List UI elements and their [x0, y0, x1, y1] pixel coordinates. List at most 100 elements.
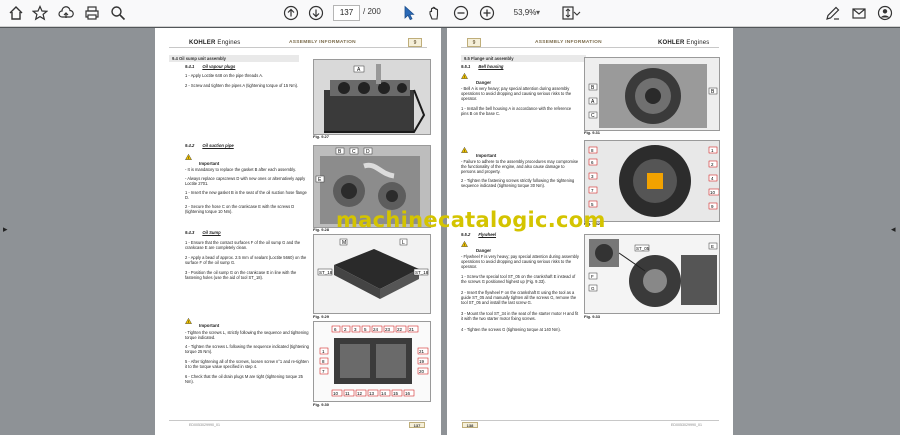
brand-logo: KOHLER Engines	[189, 40, 241, 46]
note-text: - Bell A is very heavy; pay special atte…	[461, 86, 572, 101]
minus-circle-icon[interactable]	[452, 4, 470, 22]
page-footer: ED0053029990_01 137	[169, 420, 427, 428]
note-text: - Failure to adhere to the assembly proc…	[461, 159, 579, 174]
subsection-title: 9.5.2 Flywheel	[461, 232, 497, 237]
chapter-badge: 9	[467, 38, 481, 47]
step-text: 5 - After tightening all of the screws, …	[185, 359, 309, 369]
mail-icon[interactable]	[850, 4, 868, 22]
page-number: 138	[462, 422, 478, 428]
svg-text:D: D	[366, 149, 370, 155]
svg-text:24: 24	[373, 327, 379, 332]
subsection-title: 9.4.2 Oil suction pipe	[185, 143, 234, 148]
toolbar: 137 / 200 53,9% ▾	[0, 0, 900, 27]
svg-text:22: 22	[397, 327, 403, 332]
svg-text:L: L	[402, 240, 405, 246]
note-text: - Flywheel F is very heavy; pay special …	[461, 254, 579, 269]
footer-code: ED0053029990_01	[189, 423, 220, 427]
note-text: - Tighten the screws L, strictly followi…	[185, 330, 309, 340]
svg-text:15: 15	[393, 391, 399, 396]
svg-text:E: E	[711, 244, 714, 249]
page-down-icon[interactable]	[307, 4, 325, 22]
svg-text:19: 19	[419, 359, 425, 364]
step-text: 3 - Mount the tool ST_34 in the seat of …	[461, 311, 579, 321]
account-icon[interactable]	[876, 4, 894, 22]
svg-text:11: 11	[345, 391, 350, 396]
svg-text:!: !	[464, 149, 465, 153]
section-title: ASSEMBLY INFORMATION	[535, 40, 602, 45]
svg-text:C: C	[352, 149, 356, 155]
pen-icon[interactable]	[824, 4, 842, 22]
page-footer: 138 ED0053029990_01	[461, 420, 719, 428]
step-text: 2 - Apply a bead of approx. 2.5 mm of se…	[185, 255, 307, 265]
figure-caption: Fig. 9.28	[313, 227, 330, 232]
figure-image: A	[313, 59, 431, 135]
cursor-icon[interactable]	[400, 4, 418, 22]
section-title: ASSEMBLY INFORMATION	[289, 40, 356, 45]
figure-image: B A C B	[584, 57, 720, 131]
zoom-icon[interactable]	[109, 4, 127, 22]
next-page-arrow-icon[interactable]: ◂	[891, 224, 896, 235]
watermark-text: machinecatalogic.com	[336, 208, 606, 232]
step-text: 2 - Screw and tighten the pipes A (tight…	[185, 83, 299, 88]
footer-code: ED0053029990_01	[671, 423, 702, 427]
figure-caption: Fig. 9.29	[313, 314, 330, 319]
fit-dropdown-icon[interactable]	[573, 4, 581, 22]
cloud-upload-icon[interactable]	[57, 4, 75, 22]
page-number: 137	[409, 422, 425, 428]
step-text: 2 - Insert the flywheel F on the cranksh…	[461, 290, 577, 305]
plus-circle-icon[interactable]	[478, 4, 496, 22]
page-header: KOHLER Engines ASSEMBLY INFORMATION 9	[169, 38, 427, 48]
page-header: 9 ASSEMBLY INFORMATION KOHLER Engines	[461, 38, 719, 48]
step-text: 2 - Tighten the fastening screws strictl…	[461, 178, 575, 188]
document-viewer[interactable]: ▸ ◂ KOHLER Engines ASSEMBLY INFORMATION …	[0, 28, 900, 435]
subsection-title: 9.4.3 Oil Sump	[185, 230, 221, 235]
page-total: / 200	[363, 7, 381, 16]
note-text: - Always replace capscrews D with new on…	[185, 176, 306, 186]
svg-text:12: 12	[357, 391, 363, 396]
figure-image: ST_18 ST_18 M L	[313, 234, 431, 314]
page-number-input[interactable]: 137	[333, 5, 360, 21]
svg-text:G: G	[591, 286, 595, 291]
brand-logo: KOHLER Engines	[658, 40, 710, 46]
step-text: 4 - Tighten the screws L following the s…	[185, 344, 309, 354]
step-text: 4 - Tighten the screws G (tightening tor…	[461, 327, 561, 332]
svg-text:13: 13	[369, 391, 375, 396]
subsection-title: 9.4.1 Oil vapour plugs	[185, 64, 236, 69]
print-icon[interactable]	[83, 4, 101, 22]
svg-text:M: M	[342, 240, 346, 246]
svg-text:F: F	[591, 274, 594, 279]
svg-text:ST_18: ST_18	[319, 270, 333, 275]
section-band: 9.5 Flange unit assembly	[461, 55, 586, 62]
svg-text:14: 14	[381, 391, 387, 396]
svg-text:C: C	[591, 113, 595, 119]
svg-text:10: 10	[333, 391, 339, 396]
danger-icon: !	[461, 73, 468, 79]
step-text: 6 - Check that the oil drain plugs M are…	[185, 374, 303, 384]
step-text: 1 - Apply Loctite 648 on the pipe thread…	[185, 73, 264, 78]
zoom-dropdown-icon[interactable]: ▾	[536, 5, 540, 21]
svg-text:21: 21	[409, 327, 415, 332]
step-text: 1 - Ensure that the contact surfaces F o…	[185, 240, 301, 250]
step-text: 2 - Secure the hose C on the crankcase E…	[185, 204, 295, 214]
danger-icon: !	[461, 241, 468, 247]
svg-text:!: !	[464, 75, 465, 79]
warning-icon: !	[185, 154, 192, 160]
page-up-icon[interactable]	[282, 4, 300, 22]
previous-page-arrow-icon[interactable]: ▸	[3, 224, 8, 235]
figure-caption: Fig. 9.33	[584, 314, 601, 319]
star-icon[interactable]	[31, 4, 49, 22]
section-band: 9.4 Oil sump unit assembly	[169, 55, 299, 62]
svg-text:!: !	[188, 320, 189, 324]
figure-caption: Fig. 9.30	[313, 402, 330, 407]
svg-text:23: 23	[385, 327, 391, 332]
svg-text:!: !	[188, 156, 189, 160]
svg-text:16: 16	[405, 391, 411, 396]
svg-text:ST_05: ST_05	[636, 246, 650, 251]
figure-caption: Fig. 9.31	[584, 130, 601, 135]
subsection-title: 9.5.1 Bell housing	[461, 64, 504, 69]
figure-image: 6 2 3 5 24 23 22 21 1 8 7 21 19 20 10 11	[313, 321, 431, 402]
step-text: 1 - Insert the new gasket B in the seat …	[185, 190, 307, 200]
hand-icon[interactable]	[426, 4, 444, 22]
home-icon[interactable]	[7, 4, 25, 22]
svg-text:10: 10	[710, 190, 716, 195]
